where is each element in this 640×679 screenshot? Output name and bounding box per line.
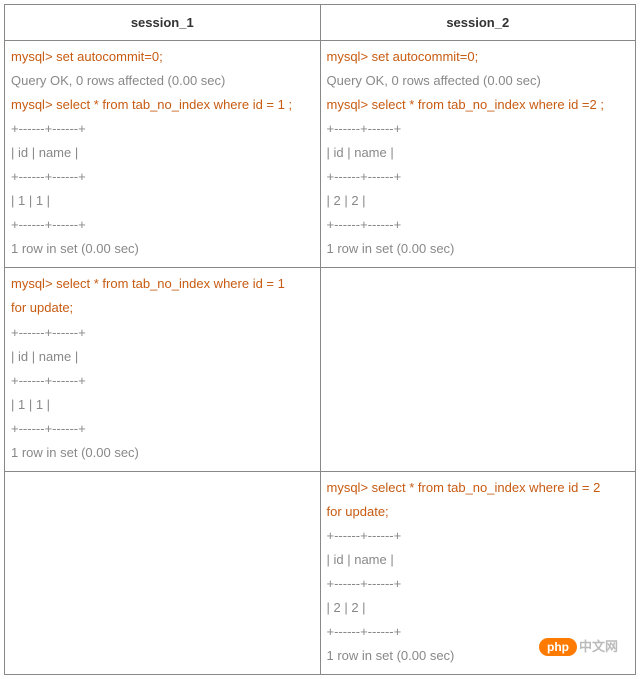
sql-output: | 2 | 2 |: [327, 189, 630, 213]
sql-command: for update;: [327, 500, 630, 524]
sql-output: | 2 | 2 |: [327, 596, 630, 620]
sql-output: 1 row in set (0.00 sec): [11, 237, 314, 261]
sql-command: mysql> select * from tab_no_index where …: [327, 476, 630, 500]
cell-session1-step2: mysql> select * from tab_no_index where …: [5, 268, 321, 471]
sql-output: +------+------+: [11, 369, 314, 393]
watermark-pill: php: [539, 638, 577, 656]
sql-output: +------+------+: [327, 117, 630, 141]
cell-session1-step1: mysql> set autocommit=0; Query OK, 0 row…: [5, 41, 321, 268]
sql-output: Query OK, 0 rows affected (0.00 sec): [327, 69, 630, 93]
sql-output: 1 row in set (0.00 sec): [11, 441, 314, 465]
sql-output: +------+------+: [327, 213, 630, 237]
table-header-row: session_1 session_2: [5, 5, 636, 41]
cell-session1-step3-empty: [5, 471, 321, 674]
sql-command: mysql> set autocommit=0;: [11, 45, 314, 69]
watermark-text: 中文网: [579, 639, 618, 654]
sql-output: | id | name |: [11, 345, 314, 369]
sql-output: | id | name |: [327, 548, 630, 572]
sql-output: +------+------+: [327, 524, 630, 548]
sql-output: | id | name |: [327, 141, 630, 165]
table-row: mysql> select * from tab_no_index where …: [5, 268, 636, 471]
column-header-session2: session_2: [320, 5, 636, 41]
table-row: mysql> set autocommit=0; Query OK, 0 row…: [5, 41, 636, 268]
cell-session2-step2-empty: [320, 268, 636, 471]
sql-output: +------+------+: [11, 117, 314, 141]
sql-output: | 1 | 1 |: [11, 189, 314, 213]
sql-output: | 1 | 1 |: [11, 393, 314, 417]
sql-command: mysql> select * from tab_no_index where …: [11, 93, 314, 117]
sql-output: +------+------+: [327, 165, 630, 189]
sql-output: +------+------+: [11, 321, 314, 345]
sql-output: +------+------+: [327, 572, 630, 596]
sql-output: Query OK, 0 rows affected (0.00 sec): [11, 69, 314, 93]
watermark: php中文网: [539, 636, 618, 655]
sql-command: for update;: [11, 296, 314, 320]
sql-output: +------+------+: [11, 165, 314, 189]
session-comparison-table: session_1 session_2 mysql> set autocommi…: [4, 4, 636, 675]
sql-output: +------+------+: [11, 417, 314, 441]
page-container: session_1 session_2 mysql> set autocommi…: [4, 4, 636, 675]
sql-command: mysql> set autocommit=0;: [327, 45, 630, 69]
sql-command: mysql> select * from tab_no_index where …: [11, 272, 314, 296]
cell-session2-step1: mysql> set autocommit=0; Query OK, 0 row…: [320, 41, 636, 268]
sql-output: 1 row in set (0.00 sec): [327, 237, 630, 261]
sql-output: +------+------+: [11, 213, 314, 237]
sql-output: | id | name |: [11, 141, 314, 165]
column-header-session1: session_1: [5, 5, 321, 41]
sql-command: mysql> select * from tab_no_index where …: [327, 93, 630, 117]
